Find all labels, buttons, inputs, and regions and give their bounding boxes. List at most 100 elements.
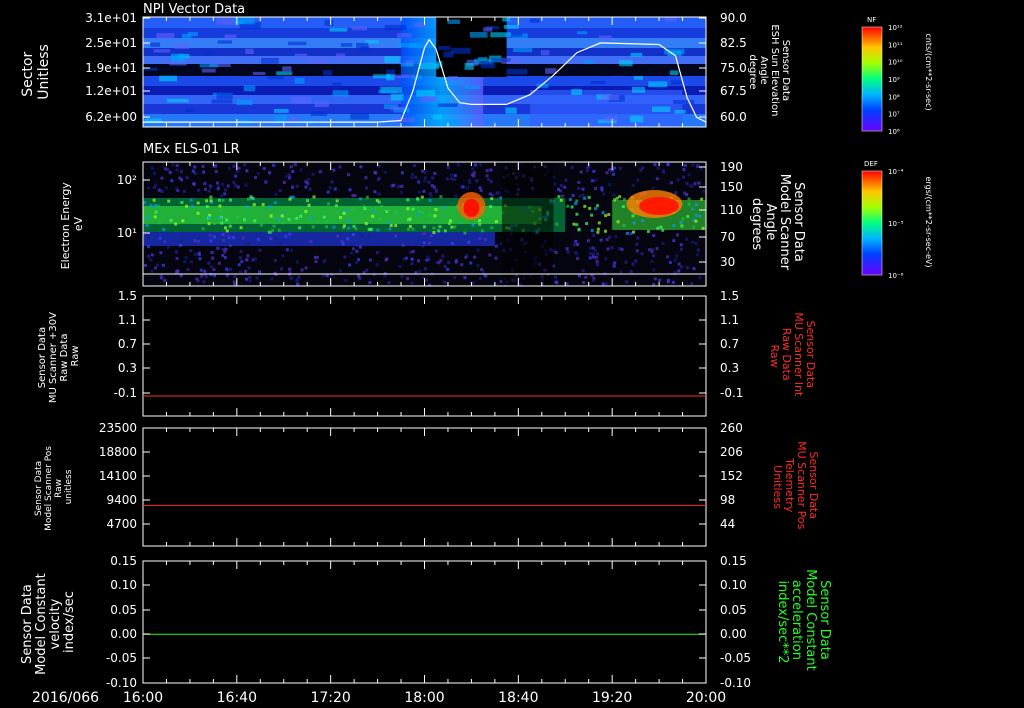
els-spectrogram-cell xyxy=(273,259,277,263)
els-spectrogram-cell xyxy=(564,178,568,182)
els-spectrogram-cell xyxy=(371,214,375,218)
els-spectrogram-cell xyxy=(385,209,389,213)
els-spectrogram-cell xyxy=(287,218,291,222)
els-spectrogram-cell xyxy=(316,220,320,224)
els-spectrogram-cell xyxy=(625,231,629,235)
els-spectrogram-cell xyxy=(191,169,195,173)
els-spectrogram-cell xyxy=(185,176,189,180)
els-spectrogram-cell xyxy=(452,236,456,240)
npi-heatmap-cell xyxy=(274,108,289,113)
els-spectrogram-cell xyxy=(668,261,672,265)
els-spectrogram-cell xyxy=(675,254,679,258)
els-spectrogram-cell xyxy=(182,189,186,193)
els-spectrogram-cell xyxy=(410,176,414,180)
left-tick-label: 1.2e+01 xyxy=(85,84,137,98)
els-spectrogram-cell xyxy=(234,184,238,188)
npi-heatmap-cell xyxy=(490,32,512,38)
els-spectrogram-cell xyxy=(410,173,414,177)
npi-heatmap-cell xyxy=(630,52,643,57)
els-spectrogram-cell xyxy=(401,243,405,247)
scanner-position-right-label: Sensor Data MU Scanner Pos Telemetry Uni… xyxy=(771,441,820,533)
els-spectrogram-cell xyxy=(272,163,276,167)
els-spectrogram-cell xyxy=(241,236,245,240)
els-spectrogram-cell xyxy=(369,227,373,231)
els-spectrogram-cell xyxy=(209,195,213,199)
scanner-position-left-label: Sensor Data Model Scanner Pos Raw unitle… xyxy=(34,443,74,531)
npi-colorbar-unit: cnts/(cm**2-sr-sec) xyxy=(924,33,933,110)
els-spectrogram-cell xyxy=(652,234,656,238)
els-spectrogram-cell xyxy=(581,269,585,273)
els-spectrogram-cell xyxy=(583,196,587,200)
npi-heatmap-cell xyxy=(322,70,333,76)
els-spectrogram-cell xyxy=(264,180,268,184)
els-spectrogram-cell xyxy=(238,256,242,260)
els-spectrogram-cell xyxy=(585,169,589,173)
npi-heatmap-cell xyxy=(502,17,511,22)
npi-heatmap-cell xyxy=(529,18,540,23)
npi-heatmap-cell xyxy=(577,31,588,35)
els-spectrogram-cell xyxy=(635,242,639,246)
els-spectrogram-cell xyxy=(325,225,329,229)
els-spectrogram-cell xyxy=(681,175,685,179)
npi-heatmap-cell xyxy=(350,112,369,120)
right-tick-label: 60.0 xyxy=(720,110,747,124)
els-spectrogram-cell xyxy=(585,222,589,226)
data-plot-figure: NPI Vector Data 3.1e+01 2.5e+01 1.9e+01 1.2… xyxy=(20,2,933,706)
els-spectrogram-cell xyxy=(150,166,154,170)
els-spectrogram-cell xyxy=(634,259,638,263)
els-spectrogram-cell xyxy=(209,265,213,269)
els-spectrogram-cell xyxy=(332,168,336,172)
els-spectrogram-cell xyxy=(494,256,498,260)
els-spectrogram-cell xyxy=(450,173,454,177)
els-spectrogram-cell xyxy=(228,224,232,228)
els-spectrogram-cell xyxy=(599,238,603,242)
els-spectrogram-cell xyxy=(146,235,150,239)
els-spectrogram-cell xyxy=(499,196,503,200)
npi-heatmap-cell xyxy=(390,106,405,111)
els-spectrogram-cell xyxy=(411,249,415,253)
els-spectrogram-cell xyxy=(295,216,299,220)
els-spectrogram-cell xyxy=(218,204,222,208)
els-spectrogram-cell xyxy=(207,216,211,220)
npi-heatmap-cell xyxy=(601,94,620,101)
els-spectrogram-cell xyxy=(691,184,695,188)
time-tick-label: 16:40 xyxy=(217,690,257,706)
els-spectrogram-cell xyxy=(192,182,196,186)
els-spectrogram-cell xyxy=(156,204,160,208)
els-spectrogram-cell xyxy=(313,255,317,259)
els-spectrogram-cell xyxy=(304,180,308,184)
els-spectrogram-cell xyxy=(311,225,315,229)
els-spectrogram-cell xyxy=(423,179,427,183)
els-spectrogram-cell xyxy=(575,223,579,227)
els-spectrogram-cell xyxy=(179,170,183,174)
els-spectrogram-cell xyxy=(348,263,352,267)
els-spectrogram-cell xyxy=(163,278,167,282)
els-spectrogram-cell xyxy=(365,195,369,199)
left-tick-label: 4700 xyxy=(106,517,137,531)
els-spectrogram-cell xyxy=(584,275,588,279)
scanner-position-panel: 23500 18800 14100 9400 4700 260 206 152 98 44 Se… xyxy=(34,421,820,547)
left-tick-label: 10² xyxy=(117,173,137,187)
els-spectrogram-cell xyxy=(398,264,402,268)
els-spectrogram-cell xyxy=(269,214,273,218)
els-spectrogram-cell xyxy=(193,252,197,256)
scanner-position-frame xyxy=(142,427,707,547)
els-spectrogram-cell xyxy=(245,205,249,209)
els-spectrogram-cell xyxy=(157,188,161,192)
els-spectrogram-cell xyxy=(613,261,617,265)
els-spectrogram-cell xyxy=(476,264,480,268)
npi-heatmap-cell xyxy=(329,27,348,32)
els-spectrogram-cell xyxy=(290,249,294,253)
els-spectrogram-cell xyxy=(565,282,569,286)
els-spectrogram-cell xyxy=(606,247,610,251)
els-spectrogram-cell xyxy=(559,198,563,202)
els-spectrogram-cell xyxy=(672,239,676,243)
els-spectrogram-cell xyxy=(210,250,214,254)
els-spectrogram-cell xyxy=(358,197,362,201)
els-spectrogram-cell xyxy=(427,180,431,184)
els-spectrogram-cell xyxy=(195,277,199,281)
els-spectrogram-cell xyxy=(304,185,308,189)
els-spectrogram-cell xyxy=(223,192,227,196)
els-spectrogram-cell xyxy=(594,207,598,211)
els-spectrogram-cell xyxy=(622,198,626,202)
